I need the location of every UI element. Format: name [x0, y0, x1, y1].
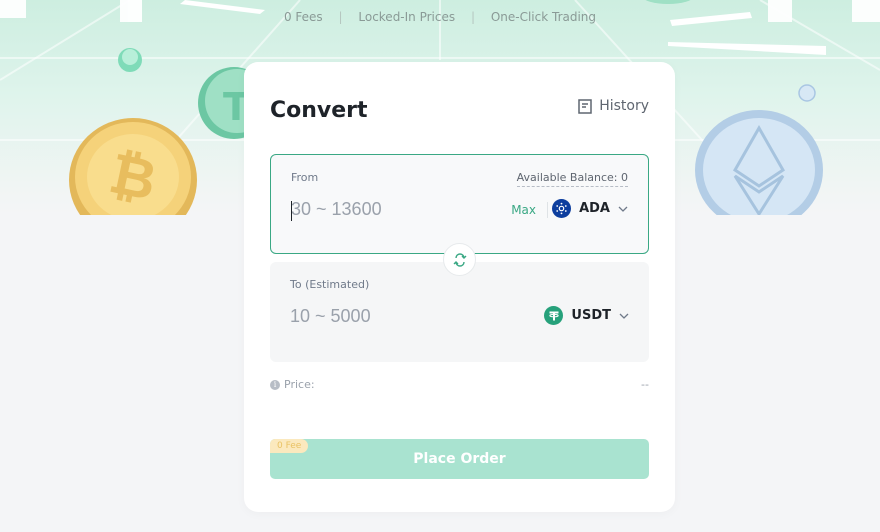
- from-amount-input[interactable]: [291, 199, 491, 220]
- price-label: Price:: [284, 378, 315, 391]
- swap-icon: [453, 252, 466, 267]
- price-value: --: [641, 378, 649, 391]
- swap-button[interactable]: [443, 243, 476, 276]
- feature-separator: |: [338, 10, 343, 24]
- bitcoin-coin-icon: ₿: [69, 118, 197, 215]
- chevron-down-icon: [618, 206, 628, 212]
- feature-zero-fees: 0 Fees: [283, 10, 323, 24]
- convert-card: Convert History From Available Balance: …: [244, 62, 675, 512]
- history-link[interactable]: History: [578, 98, 649, 114]
- available-balance[interactable]: Available Balance: 0: [516, 171, 628, 187]
- to-coin-selector[interactable]: USDT: [544, 306, 629, 325]
- page-title: Convert: [270, 98, 368, 123]
- to-label: To (Estimated): [290, 278, 370, 291]
- usdt-logo-icon: [544, 306, 564, 325]
- max-button[interactable]: Max: [511, 203, 536, 217]
- ethereum-coin-icon: [695, 110, 823, 215]
- ada-logo-icon: [552, 199, 572, 218]
- feature-locked-prices: Locked-In Prices: [358, 10, 456, 24]
- price-row: i Price: --: [270, 378, 649, 391]
- text-cursor: [291, 201, 292, 221]
- feature-separator: |: [470, 10, 475, 24]
- feature-one-click: One-Click Trading: [490, 10, 597, 24]
- fee-badge: 0 Fee: [270, 439, 309, 453]
- from-coin-label: ADA: [579, 201, 610, 216]
- chevron-down-icon: [619, 313, 629, 319]
- to-amount-input[interactable]: [290, 306, 490, 327]
- place-order-button[interactable]: Place Order: [270, 439, 649, 479]
- history-label: History: [599, 98, 649, 114]
- from-panel: From Available Balance: 0 Max ADA: [270, 154, 649, 254]
- info-icon[interactable]: i: [270, 379, 280, 390]
- to-panel: To (Estimated) USDT: [270, 262, 649, 362]
- history-icon: [578, 98, 592, 114]
- to-coin-label: USDT: [571, 308, 611, 323]
- from-label: From: [291, 171, 319, 184]
- divider: [547, 202, 548, 218]
- from-coin-selector[interactable]: ADA: [552, 199, 628, 218]
- feature-bar: 0 Fees | Locked-In Prices | One-Click Tr…: [0, 10, 880, 24]
